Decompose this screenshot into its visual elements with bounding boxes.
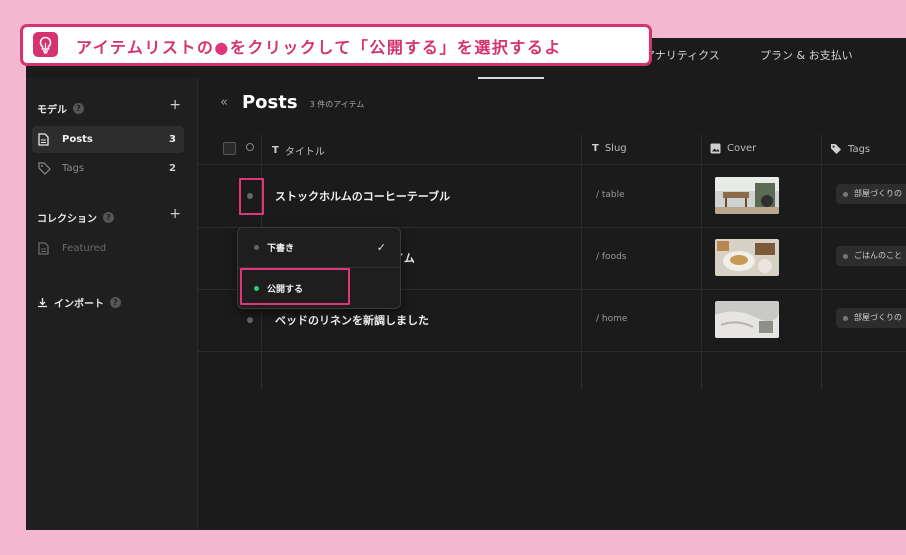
help-icon[interactable]: ? (110, 297, 121, 308)
text-type-icon: T (592, 143, 599, 154)
row-slug: / table (596, 190, 625, 200)
help-icon[interactable]: ? (73, 103, 84, 114)
sidebar-item-label: Tags (62, 163, 85, 174)
document-icon (38, 242, 52, 255)
tag-pill[interactable]: 部屋づくりの (836, 184, 906, 204)
instruction-part: をクリックして「公開する」を選択するよ (229, 38, 562, 57)
nav-analytics[interactable]: アナリティクス (644, 47, 720, 63)
column-tags[interactable]: Tags (830, 143, 870, 155)
tag-icon (38, 162, 52, 175)
status-column-icon (246, 143, 254, 151)
lightbulb-icon (33, 32, 58, 57)
collections-header: コレクション ? (37, 210, 114, 225)
check-icon: ✓ (376, 240, 386, 254)
image-icon (710, 143, 721, 154)
highlight-status-dot (239, 178, 264, 215)
sidebar-item-label: Posts (62, 134, 93, 145)
column-label: タイトル (284, 147, 325, 158)
collections-header-label: コレクション (37, 214, 97, 225)
draft-dot (254, 244, 259, 250)
row-title[interactable]: ストックホルムのコーヒーテーブル (275, 188, 450, 204)
column-cover[interactable]: Cover (710, 143, 756, 154)
help-icon[interactable]: ? (103, 212, 114, 223)
sidebar: モデル ? + Posts 3 Tags 2 コレクション ? + Featur… (26, 78, 198, 530)
models-header: モデル ? (37, 101, 84, 116)
tag-icon (831, 144, 841, 154)
row-title[interactable]: ベッドのリネンを新調しました (275, 312, 429, 328)
option-label: 下書き (267, 243, 295, 254)
column-label: Slug (604, 143, 627, 154)
sidebar-item-featured[interactable]: Featured (32, 235, 184, 262)
page-title: Posts (241, 92, 298, 113)
add-model-icon[interactable]: + (169, 97, 181, 113)
text-type-icon: T (272, 145, 279, 156)
table-row[interactable]: ストックホルムのコーヒーテーブル / table 部屋づくりの (198, 165, 906, 228)
row-slug: / foods (596, 252, 627, 262)
row-slug: / home (596, 314, 628, 324)
instruction-dot: ● (214, 38, 230, 57)
instruction-part: アイテムリストの (76, 38, 215, 57)
document-icon (38, 133, 52, 146)
highlight-publish-option (240, 268, 350, 305)
cover-image (715, 301, 779, 338)
tag-pill[interactable]: 部屋づくりの (836, 308, 906, 328)
models-header-label: モデル (37, 105, 67, 116)
page-header: « Posts 3 件のアイテム (220, 92, 364, 113)
cover-image (715, 239, 779, 276)
sidebar-item-count: 3 (169, 134, 176, 145)
collapse-sidebar-icon[interactable]: « (220, 95, 228, 110)
sidebar-item-tags[interactable]: Tags 2 (32, 155, 184, 182)
status-option-draft[interactable]: 下書き ✓ (238, 228, 400, 266)
status-dot[interactable] (247, 317, 253, 323)
sidebar-item-count: 2 (169, 163, 176, 174)
add-collection-icon[interactable]: + (169, 206, 181, 222)
nav-billing[interactable]: プラン & お支払い (760, 47, 853, 63)
column-label: Tags (848, 143, 871, 155)
sidebar-item-label: Featured (62, 243, 107, 254)
item-count: 3 件のアイテム (309, 99, 365, 109)
import-label: インポート (54, 299, 104, 310)
table-header: T タイトル T Slug Cover Tags (198, 134, 906, 165)
tag-pill[interactable]: ごはんのこと (836, 246, 906, 266)
instruction-callout: アイテムリストの●をクリックして「公開する」を選択するよ (20, 24, 652, 66)
sidebar-item-posts[interactable]: Posts 3 (32, 126, 184, 153)
select-all-checkbox[interactable] (223, 142, 236, 155)
download-icon (38, 298, 47, 308)
import-link[interactable]: インポート ? (37, 295, 121, 310)
app-window: アナリティクス プラン & お支払い モデル ? + Posts 3 Tags … (26, 38, 906, 530)
column-slug[interactable]: T Slug (592, 143, 627, 154)
column-title[interactable]: T タイトル (272, 143, 325, 158)
cover-image (715, 177, 779, 214)
instruction-text: アイテムリストの●をクリックして「公開する」を選択するよ (76, 34, 562, 58)
column-label: Cover (727, 143, 757, 154)
